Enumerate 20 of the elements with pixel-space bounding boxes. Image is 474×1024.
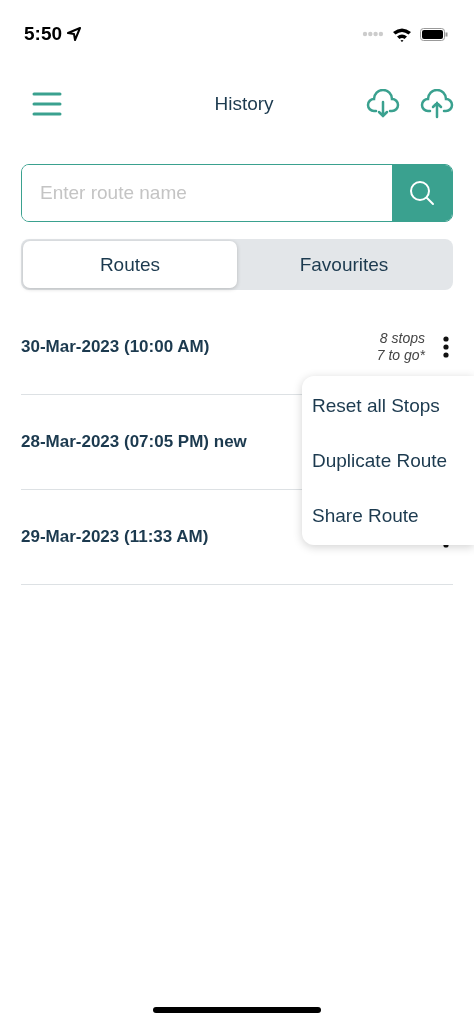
menu-item[interactable]: Reset all Stops <box>302 378 474 433</box>
tab[interactable]: Routes <box>23 241 237 288</box>
signal-icon <box>362 31 384 37</box>
location-arrow-icon <box>67 27 82 41</box>
cloud-download-button[interactable] <box>366 89 400 119</box>
menu-button[interactable] <box>32 91 62 117</box>
route-title[interactable]: 30-Mar-2023 (10:00 AM) <box>21 337 377 357</box>
remaining-count: 7 to go* <box>376 347 425 364</box>
wifi-icon <box>392 26 412 42</box>
battery-icon <box>420 27 448 41</box>
menu-item[interactable]: Duplicate Route <box>302 433 474 488</box>
cloud-upload-button[interactable] <box>420 89 454 119</box>
status-time: 5:50 <box>24 23 63 45</box>
tab[interactable]: Favourites <box>237 241 451 288</box>
page-title: History <box>213 93 275 115</box>
search-icon <box>408 179 436 207</box>
stops-count: 8 stops <box>379 330 425 347</box>
search-button[interactable] <box>392 165 452 221</box>
search-field[interactable]: Enter route name <box>21 164 453 222</box>
menu-item[interactable]: Share Route <box>302 488 474 543</box>
